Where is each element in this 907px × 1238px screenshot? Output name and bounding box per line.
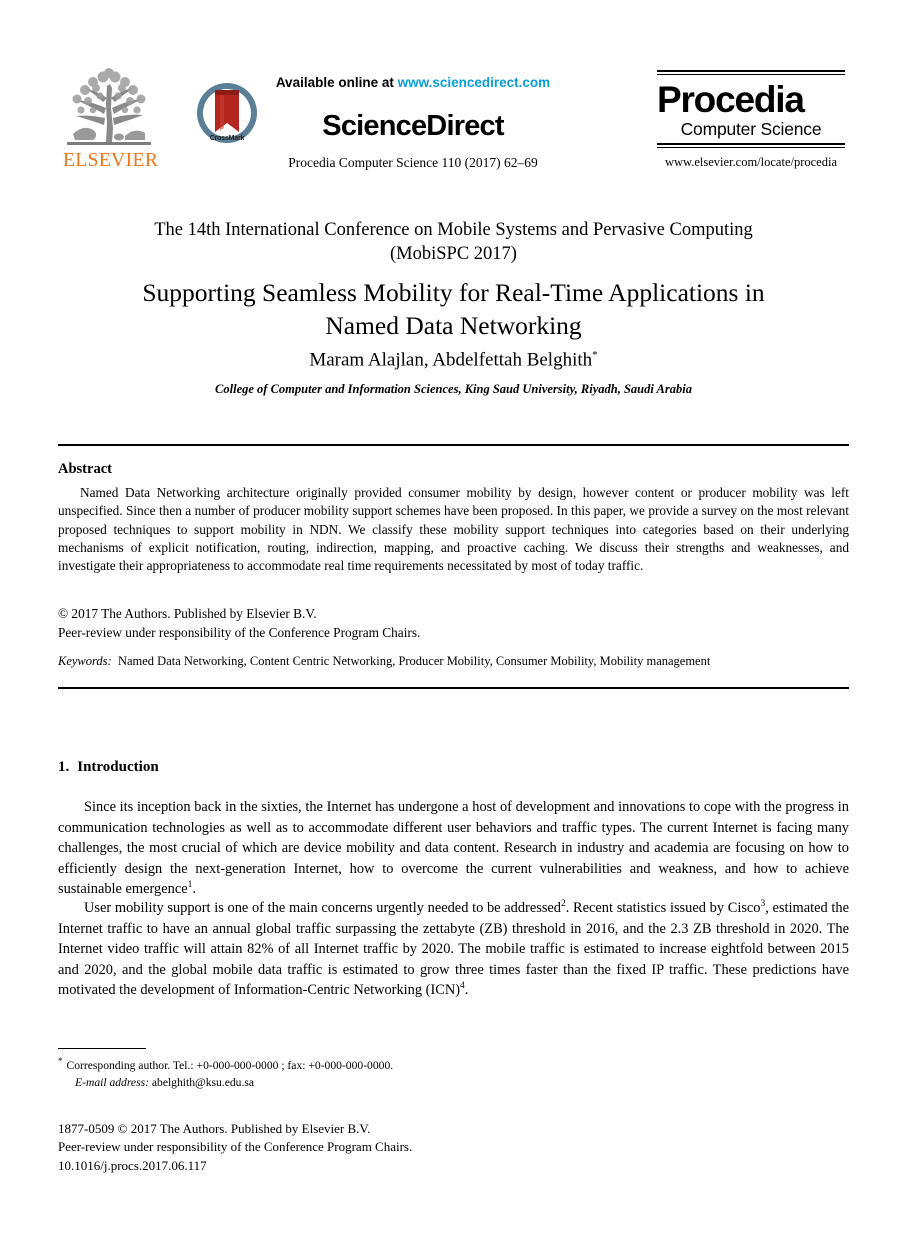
abstract-bottom-rule: [58, 687, 849, 689]
publisher-footer-doi[interactable]: 10.1016/j.procs.2017.06.117: [58, 1157, 758, 1175]
title-line-1: Supporting Seamless Mobility for Real-Ti…: [142, 278, 765, 307]
footnote: * Corresponding author. Tel.: +0-000-000-…: [58, 1055, 658, 1092]
footnote-line-1: * Corresponding author. Tel.: +0-000-000-…: [58, 1055, 658, 1074]
conference-line-1: The 14th International Conference on Mob…: [154, 220, 753, 240]
publisher-footer-line-1: 1877-0509 © 2017 The Authors. Published …: [58, 1121, 371, 1136]
journal-reference: Procedia Computer Science 110 (2017) 62–…: [288, 155, 538, 170]
masthead: ELSEVIER CrossMark Available online at w…: [0, 0, 907, 200]
conference-line-2: (MobiSPC 2017): [390, 244, 517, 265]
elsevier-logo: ELSEVIER: [63, 68, 159, 180]
author-list: Maram Alajlan, Abdelfettah Belghith*: [103, 349, 804, 371]
keywords: Keywords: Named Data Networking, Content…: [58, 653, 849, 669]
elsevier-tree-icon: [67, 68, 151, 145]
keywords-label: Keywords:: [58, 654, 112, 668]
publisher-footer: 1877-0509 © 2017 The Authors. Published …: [58, 1120, 758, 1175]
footnote-email-label: E-mail address:: [75, 1076, 149, 1090]
available-online-prefix: Available online at: [275, 75, 398, 90]
procedia-rule-top: [657, 70, 845, 75]
abstract-copyright: © 2017 The Authors. Published by Elsevie…: [58, 605, 849, 642]
page-title: Supporting Seamless Mobility for Real-Ti…: [103, 276, 804, 342]
paragraph-1-text: Since its inception back in the sixties,…: [58, 799, 849, 898]
footnote-email-value[interactable]: abelghith@ksu.edu.sa: [152, 1076, 254, 1089]
copyright-line-2: Peer-review under responsibility of the …: [58, 624, 421, 640]
publisher-footer-line-2: Peer-review under responsibility of the …: [58, 1139, 413, 1155]
keywords-value: Named Data Networking, Content Centric N…: [117, 654, 711, 668]
paragraph-2-text-d: .: [464, 982, 469, 999]
elsevier-wordmark: ELSEVIER: [63, 150, 159, 171]
procedia-title: Procedia: [657, 79, 805, 120]
crossmark-label: CrossMark: [209, 135, 245, 142]
section-number: 1.: [58, 759, 70, 775]
paragraph-2-text-a: User mobility support is one of the main…: [84, 900, 561, 916]
procedia-rule-bottom: [657, 142, 845, 148]
sciencedirect-wordmark: ScienceDirect: [322, 110, 504, 142]
paper-page: ELSEVIER CrossMark Available online at w…: [0, 0, 907, 1238]
paragraph-2-text-b: . Recent statistics issued by Cisco: [565, 900, 761, 916]
abstract-top-rule: [58, 444, 849, 446]
footnote-separator-rule: [58, 1048, 146, 1049]
section-title: Introduction: [77, 759, 159, 775]
footnote-marker: *: [58, 1056, 63, 1066]
procedia-subtitle: Computer Science: [680, 118, 822, 139]
abstract-heading: Abstract: [58, 461, 112, 477]
abstract-text: Named Data Networking architecture origi…: [58, 485, 849, 574]
sciencedirect-link[interactable]: www.sciencedirect.com: [398, 75, 551, 90]
paragraph-1-end: .: [192, 881, 196, 898]
footnote-corresponding-author: Corresponding author. Tel.: +0-000-000-0…: [66, 1058, 394, 1072]
procedia-url[interactable]: www.elsevier.com/locate/procedia: [657, 155, 845, 170]
author-names: Maram Alajlan, Abdelfettah Belghith: [309, 349, 593, 371]
paragraph-2: User mobility support is one of the main…: [58, 898, 849, 1001]
paragraph-1: Since its inception back in the sixties,…: [58, 797, 849, 900]
affiliation: College of Computer and Information Scie…: [215, 382, 692, 396]
title-line-2: Named Data Networking: [325, 311, 582, 341]
section-heading-introduction: 1. Introduction: [58, 759, 159, 776]
available-online-line: Available online at www.sciencedirect.co…: [258, 75, 568, 90]
footnote-line-2: E-mail address: abelghith@ksu.edu.sa: [58, 1074, 658, 1091]
conference-name: The 14th International Conference on Mob…: [103, 218, 804, 266]
copyright-line-1: © 2017 The Authors. Published by Elsevie…: [58, 606, 317, 621]
corresponding-author-marker: *: [592, 349, 598, 361]
procedia-logo: Procedia Computer Science www.elsevier.c…: [657, 70, 845, 170]
